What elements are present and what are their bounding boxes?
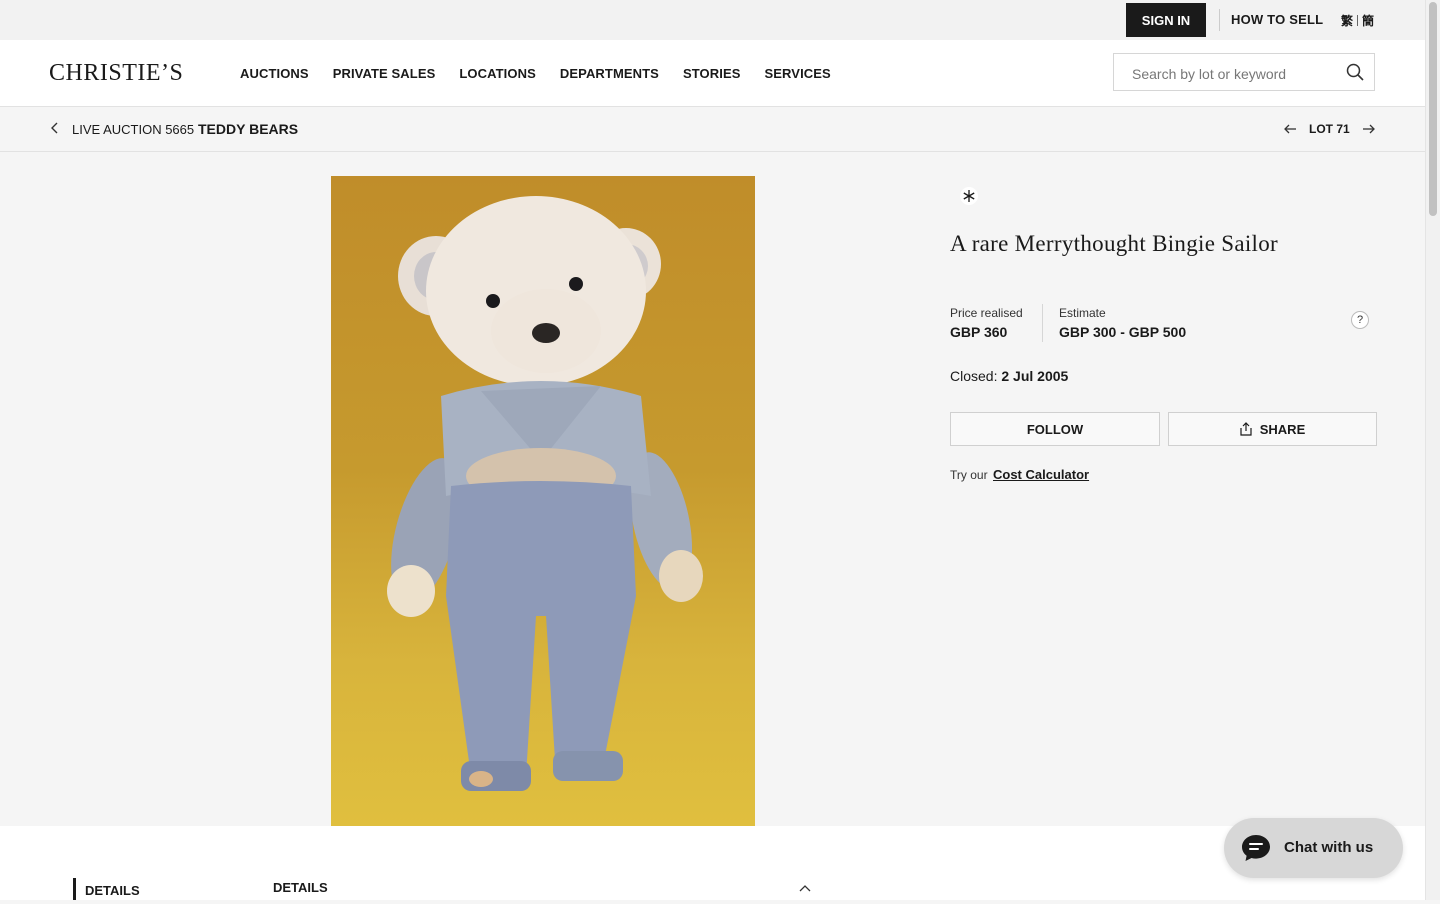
christies-logo[interactable]: CHRISTIE’S <box>49 60 183 87</box>
previous-lot-arrow-icon[interactable] <box>1283 122 1297 140</box>
chat-label: Chat with us <box>1284 839 1374 856</box>
estimate-label: Estimate <box>1059 306 1106 320</box>
nav-departments[interactable]: DEPARTMENTS <box>560 66 659 81</box>
share-button[interactable]: SHARE <box>1168 412 1377 446</box>
share-icon <box>1240 422 1252 436</box>
lot-image[interactable] <box>331 176 755 826</box>
closed-date: Closed: 2 Jul 2005 <box>950 368 1068 384</box>
nav-services[interactable]: SERVICES <box>765 66 831 81</box>
main-nav: AUCTIONS PRIVATE SALES LOCATIONS DEPARTM… <box>240 66 855 81</box>
auction-number-link[interactable]: LIVE AUCTION 5665 <box>72 122 194 137</box>
nav-locations[interactable]: LOCATIONS <box>459 66 536 81</box>
search-input[interactable] <box>1130 63 1334 85</box>
follow-button[interactable]: FOLLOW <box>950 412 1160 446</box>
how-to-sell-link[interactable]: HOW TO SELL <box>1231 12 1323 27</box>
chat-button[interactable]: Chat with us <box>1224 818 1403 878</box>
try-our-label: Try our <box>950 468 988 482</box>
utility-bar: SIGN IN HOW TO SELL 繁簡 <box>0 0 1425 40</box>
details-side-nav-item[interactable]: DETAILS <box>73 878 140 900</box>
help-icon[interactable]: ? <box>1351 311 1369 329</box>
sale-title-link[interactable]: TEDDY BEARS <box>198 121 298 137</box>
lot-title: A rare Merrythought Bingie Sailor <box>950 231 1279 256</box>
main-header: CHRISTIE’S AUCTIONS PRIVATE SALES LOCATI… <box>0 40 1425 107</box>
details-heading[interactable]: DETAILS <box>273 880 328 895</box>
chat-bubble-icon <box>1241 834 1271 866</box>
share-label: SHARE <box>1259 421 1306 437</box>
lang-simplified-link[interactable]: 簡 <box>1362 14 1374 28</box>
divider <box>1219 9 1220 31</box>
details-section <box>0 826 1425 900</box>
closed-date-value: 2 Jul 2005 <box>1001 368 1069 384</box>
closed-label: Closed: <box>950 368 998 384</box>
nav-private-sales[interactable]: PRIVATE SALES <box>333 66 436 81</box>
scrollbar-thumb[interactable] <box>1429 2 1437 216</box>
estimate-value: GBP 300 - GBP 500 <box>1059 324 1187 340</box>
language-switcher: 繁簡 <box>1341 12 1374 29</box>
search-icon[interactable] <box>1346 63 1364 86</box>
sign-in-button[interactable]: SIGN IN <box>1126 3 1206 37</box>
cost-calculator-link[interactable]: Cost Calculator <box>993 467 1089 482</box>
nav-stories[interactable]: STORIES <box>683 66 741 81</box>
follow-label: FOLLOW <box>1026 421 1084 437</box>
breadcrumb: LIVE AUCTION 5665 TEDDY BEARS LOT 71 <box>0 107 1425 152</box>
price-realised-value: GBP 360 <box>950 324 1008 340</box>
divider <box>1042 304 1043 342</box>
chevron-up-icon[interactable] <box>798 880 812 898</box>
price-realised-label: Price realised <box>950 306 1023 320</box>
chevron-left-icon[interactable] <box>50 121 60 140</box>
search-box <box>1113 53 1375 91</box>
nav-auctions[interactable]: AUCTIONS <box>240 66 309 81</box>
next-lot-arrow-icon[interactable] <box>1362 122 1376 140</box>
lang-traditional-link[interactable]: 繁 <box>1341 14 1353 28</box>
divider <box>1357 15 1359 26</box>
asterisk-icon <box>959 186 979 206</box>
lot-number: LOT 71 <box>1309 122 1350 136</box>
